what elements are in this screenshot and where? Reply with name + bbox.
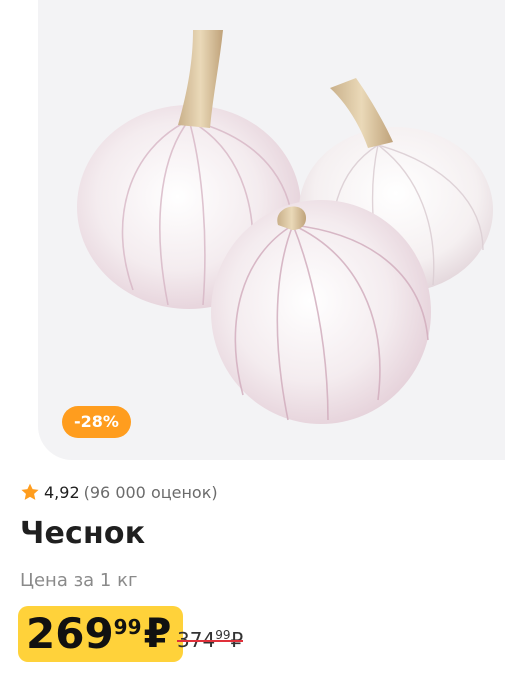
product-image-garlic — [77, 30, 493, 424]
price-rubles: 269 — [26, 609, 114, 658]
unit-price-caption: Цена за 1 кг — [20, 570, 138, 591]
strikethrough-line — [177, 640, 244, 642]
old-price: 374 99 ₽ — [177, 628, 244, 652]
price-kopecks: 99 — [113, 615, 142, 639]
discount-badge: -28% — [62, 406, 131, 438]
star-icon — [20, 482, 40, 502]
price-currency: ₽ — [143, 611, 172, 657]
current-price: 269 99 ₽ — [18, 606, 184, 662]
rating-value: 4,92 — [44, 482, 80, 502]
product-image-card[interactable] — [38, 0, 505, 460]
rating[interactable]: 4,92 (96 000 оценок) — [20, 482, 218, 502]
rating-count: (96 000 оценок) — [83, 482, 218, 502]
product-title: Чеснок — [20, 516, 146, 551]
